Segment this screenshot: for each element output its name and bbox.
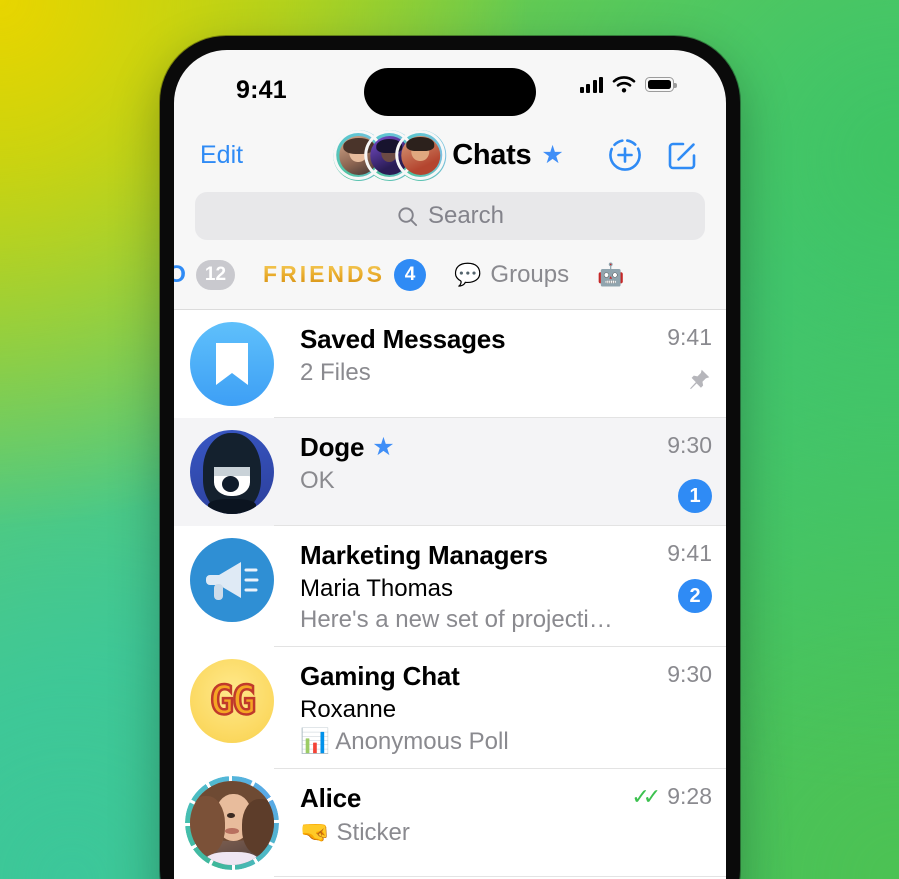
chat-list: Saved Messages 2 Files 9:41 Doge ★ OK 9:30 1 Mar… — [174, 310, 726, 879]
chat-text-block: Gaming Chat Roxanne 📊 Anonymous Poll — [300, 661, 618, 756]
chat-row[interactable]: Saved Messages 2 Files 9:41 — [174, 310, 726, 418]
chat-timestamp: 9:30 — [667, 661, 712, 687]
folder-tab-groups[interactable]: 💬 Groups — [454, 261, 569, 289]
chat-preview: OK — [300, 467, 335, 494]
chat-timestamp-group: 9:41 — [667, 324, 712, 351]
chat-timestamp-group: 9:30 — [667, 432, 712, 459]
folder-tabs[interactable]: TO 12 FRIENDS 4 💬 Groups 🤖 — [174, 252, 726, 310]
gg-avatar: GG — [190, 659, 274, 743]
chat-meta: ✓✓ 9:28 — [618, 783, 726, 864]
folder-tab-friends[interactable]: FRIENDS 4 — [263, 258, 426, 291]
chat-timestamp: 9:41 — [667, 324, 712, 350]
chat-avatar[interactable]: GG — [190, 659, 274, 743]
nav-actions — [608, 138, 700, 172]
unread-badge: 1 — [678, 479, 712, 513]
chat-sender: Roxanne — [300, 696, 397, 723]
chat-meta: 9:41 2 — [618, 540, 726, 634]
folder-tab-badge: 4 — [394, 258, 426, 291]
chat-meta: 9:30 — [618, 661, 726, 756]
gg-text: GG — [209, 677, 258, 726]
chat-meta: 9:41 — [618, 324, 726, 405]
chat-title: Doge — [300, 432, 365, 462]
compose-icon[interactable] — [666, 138, 700, 172]
folder-tab-to[interactable]: TO 12 — [174, 259, 236, 290]
chat-timestamp-group: 9:30 — [667, 661, 712, 688]
folder-tab-bot[interactable]: 🤖 — [597, 262, 624, 288]
battery-full-icon — [645, 77, 677, 92]
chat-text-block: Alice 🤜 Sticker — [300, 783, 618, 864]
cellular-bars-icon — [579, 76, 603, 93]
chat-title: Saved Messages — [300, 324, 506, 354]
chat-avatar[interactable] — [190, 781, 274, 865]
folder-tab-label: TO — [174, 261, 187, 289]
search-icon — [398, 206, 418, 226]
add-story-icon[interactable] — [608, 138, 642, 172]
chat-row[interactable]: Doge ★ OK 9:30 1 — [174, 418, 726, 526]
nav-title-group: Chats ★ — [332, 129, 564, 181]
saved-messages-icon — [190, 322, 274, 406]
chat-row[interactable]: Marketing Managers Maria Thomas Here's a n… — [174, 526, 726, 647]
chat-avatar[interactable] — [190, 538, 274, 622]
status-bar: 9:41 — [174, 50, 726, 122]
edit-button[interactable]: Edit — [200, 141, 243, 170]
chat-meta: 9:30 1 — [618, 432, 726, 513]
status-bar-time: 9:41 — [236, 76, 287, 104]
chat-timestamp: 9:30 — [667, 432, 712, 458]
chat-preview: 2 Files — [300, 359, 371, 386]
chat-preview: 🤜 Sticker — [300, 819, 410, 846]
search-input[interactable]: Search — [195, 192, 705, 240]
alice-avatar — [190, 781, 274, 865]
chat-avatar[interactable] — [190, 430, 274, 514]
chat-timestamp: 9:41 — [667, 540, 712, 566]
search-container: Search — [174, 188, 726, 252]
wifi-icon — [612, 76, 636, 93]
chat-timestamp: 9:28 — [667, 783, 712, 809]
dynamic-island — [364, 68, 536, 116]
navigation-bar: Edit Chats ★ — [174, 122, 726, 188]
phone-frame: 9:41 Edit Chats ★ Search 12 FRIENDS 4 💬 … — [160, 36, 740, 879]
chat-sender: Maria Thomas — [300, 575, 453, 602]
premium-star-icon: ★ — [541, 140, 564, 169]
chat-row[interactable]: GG Gaming Chat Roxanne 📊 Anonymous Poll 9:30 — [174, 647, 726, 769]
premium-star-icon: ★ — [372, 433, 395, 461]
page-title: Chats — [452, 138, 532, 171]
story-avatars-icon[interactable] — [332, 129, 446, 181]
read-receipt-icon: ✓✓ — [631, 783, 661, 809]
chat-title: Alice — [300, 783, 362, 813]
chat-text-block: Marketing Managers Maria Thomas Here's a n… — [300, 540, 618, 634]
folder-tab-badge: 12 — [195, 259, 236, 290]
chat-title: Marketing Managers — [300, 540, 548, 570]
chat-timestamp-group: ✓✓ 9:28 — [631, 783, 712, 810]
chat-avatar[interactable] — [190, 322, 274, 406]
chat-timestamp-group: 9:41 — [667, 540, 712, 567]
folder-tab-emoji-icon: 💬 — [454, 261, 482, 287]
phone-screen: 9:41 Edit Chats ★ Search 12 FRIENDS 4 💬 … — [174, 50, 726, 879]
unread-badge: 2 — [678, 579, 712, 613]
folder-tab-label: FRIENDS — [263, 261, 385, 287]
story-avatar-3[interactable] — [394, 129, 446, 181]
chat-preview: Here's a new set of projections for the.… — [300, 606, 618, 633]
chat-text-block: Saved Messages 2 Files — [300, 324, 618, 405]
chat-title: Gaming Chat — [300, 661, 460, 691]
status-bar-indicators — [579, 76, 677, 93]
folder-tab-emoji-icon: 🤖 — [597, 261, 625, 287]
doge-avatar — [190, 430, 274, 514]
chat-row[interactable]: Alice 🤜 Sticker ✓✓ 9:28 — [174, 769, 726, 877]
chat-preview: 📊 Anonymous Poll — [300, 728, 509, 755]
chat-text-block: Doge ★ OK — [300, 432, 618, 513]
folder-tab-label: Groups — [490, 260, 570, 288]
pin-icon — [686, 367, 712, 398]
search-placeholder: Search — [427, 202, 505, 229]
megaphone-avatar — [190, 538, 274, 622]
